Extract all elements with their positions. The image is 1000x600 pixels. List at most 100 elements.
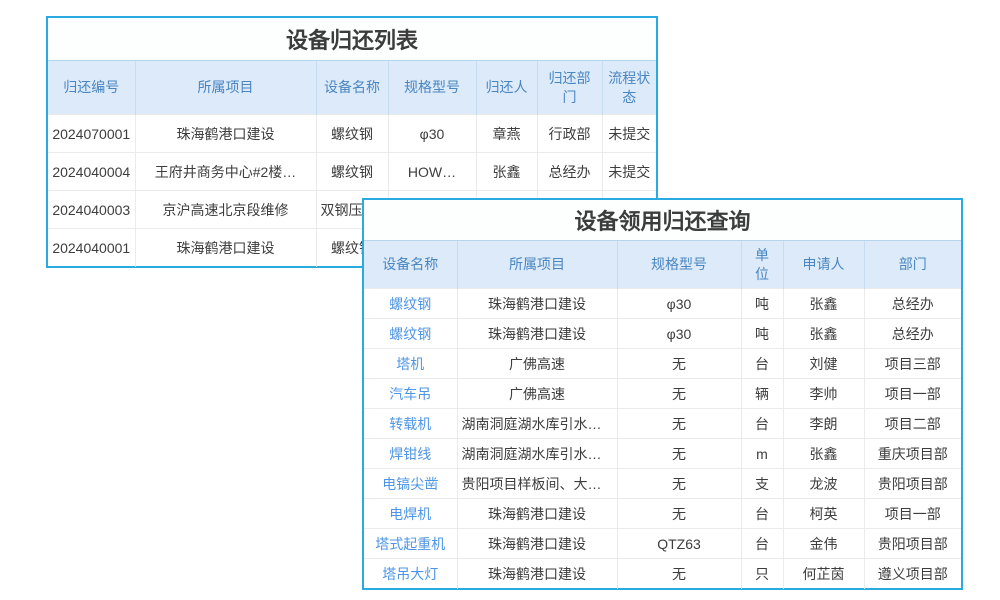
table-cell: 贵阳项目部 xyxy=(864,529,961,559)
table-cell: 行政部 xyxy=(537,115,602,153)
device-name-link[interactable]: 焊钳线 xyxy=(364,439,457,469)
column-header-spec-model: 规格型号 xyxy=(617,241,741,289)
table-cell: 珠海鹤港口建设 xyxy=(457,529,617,559)
table-cell: 总经办 xyxy=(864,319,961,349)
table-cell: 螺纹钢 xyxy=(316,153,388,191)
table-cell: φ30 xyxy=(617,289,741,319)
table-cell: 贵阳项目部 xyxy=(864,469,961,499)
device-name-link[interactable]: 电镐尖凿 xyxy=(364,469,457,499)
table-cell: 广佛高速 xyxy=(457,379,617,409)
table-cell: 章燕 xyxy=(476,115,537,153)
return-list-title: 设备归还列表 xyxy=(48,18,656,60)
table-row: 焊钳线湖南洞庭湖水库引水工程…无m张鑫重庆项目部 xyxy=(364,439,961,469)
table-cell: 无 xyxy=(617,499,741,529)
device-name-link[interactable]: 汽车吊 xyxy=(364,379,457,409)
table-row: 转载机湖南洞庭湖水库引水工程…无台李朗项目二部 xyxy=(364,409,961,439)
table-cell: 台 xyxy=(741,499,783,529)
column-header-flow-status: 流程状态 xyxy=(602,61,656,115)
table-cell: 珠海鹤港口建设 xyxy=(135,115,316,153)
column-header-returner: 归还人 xyxy=(476,61,537,115)
column-header-return-no: 归还编号 xyxy=(48,61,135,115)
column-header-project: 所属项目 xyxy=(457,241,617,289)
table-cell: 螺纹钢 xyxy=(316,115,388,153)
device-name-link[interactable]: 塔机 xyxy=(364,349,457,379)
table-cell: 李朗 xyxy=(783,409,864,439)
page-background: { "colors": { "accent_border": "#29aae1"… xyxy=(0,0,1000,600)
query-table-header: 设备名称 所属项目 规格型号 单位 申请人 部门 xyxy=(364,241,961,289)
table-cell: 重庆项目部 xyxy=(864,439,961,469)
table-cell: 遵义项目部 xyxy=(864,559,961,589)
table-cell: 无 xyxy=(617,379,741,409)
table-cell: 只 xyxy=(741,559,783,589)
table-cell: 无 xyxy=(617,349,741,379)
table-row: 电焊机珠海鹤港口建设无台柯英项目一部 xyxy=(364,499,961,529)
column-header-project: 所属项目 xyxy=(135,61,316,115)
table-cell: 辆 xyxy=(741,379,783,409)
table-cell: 支 xyxy=(741,469,783,499)
table-cell: 项目一部 xyxy=(864,379,961,409)
table-cell: 京沪高速北京段维修 xyxy=(135,191,316,229)
table-cell: 无 xyxy=(617,409,741,439)
column-header-device-name: 设备名称 xyxy=(364,241,457,289)
column-header-device-name: 设备名称 xyxy=(316,61,388,115)
table-cell: 项目二部 xyxy=(864,409,961,439)
table-cell: 湖南洞庭湖水库引水工程… xyxy=(457,409,617,439)
table-cell: φ30 xyxy=(617,319,741,349)
table-row: 塔吊大灯珠海鹤港口建设无只何芷茵遵义项目部 xyxy=(364,559,961,589)
query-panel-title: 设备领用归还查询 xyxy=(364,200,961,240)
device-name-link[interactable]: 电焊机 xyxy=(364,499,457,529)
query-panel: 设备领用归还查询 设备名称 所属项目 规格型号 单位 申请人 部门 螺纹钢珠海鹤… xyxy=(362,198,963,590)
table-cell: 未提交 xyxy=(602,153,656,191)
column-header-return-dept: 归还部门 xyxy=(537,61,602,115)
table-cell: 张鑫 xyxy=(783,439,864,469)
table-cell: 项目三部 xyxy=(864,349,961,379)
table-cell: HOW… xyxy=(388,153,476,191)
table-cell: 2024070001 xyxy=(48,115,135,153)
table-cell: m xyxy=(741,439,783,469)
table-cell: QTZ63 xyxy=(617,529,741,559)
table-cell: 珠海鹤港口建设 xyxy=(457,319,617,349)
table-cell: 2024040001 xyxy=(48,229,135,267)
table-cell: 金伟 xyxy=(783,529,864,559)
device-name-link[interactable]: 转载机 xyxy=(364,409,457,439)
table-row: 塔式起重机珠海鹤港口建设QTZ63台金伟贵阳项目部 xyxy=(364,529,961,559)
table-cell: 珠海鹤港口建设 xyxy=(457,559,617,589)
table-row: 汽车吊广佛高速无辆李帅项目一部 xyxy=(364,379,961,409)
table-cell: φ30 xyxy=(388,115,476,153)
table-cell: 台 xyxy=(741,349,783,379)
table-cell: 刘健 xyxy=(783,349,864,379)
table-cell: 何芷茵 xyxy=(783,559,864,589)
table-cell: 项目一部 xyxy=(864,499,961,529)
table-cell: 吨 xyxy=(741,289,783,319)
table-cell: 贵阳项目样板间、大堂、… xyxy=(457,469,617,499)
query-table: 设备名称 所属项目 规格型号 单位 申请人 部门 螺纹钢珠海鹤港口建设φ30吨张… xyxy=(364,240,961,589)
table-cell: 未提交 xyxy=(602,115,656,153)
table-cell: 湖南洞庭湖水库引水工程… xyxy=(457,439,617,469)
device-name-link[interactable]: 塔式起重机 xyxy=(364,529,457,559)
table-cell: 柯英 xyxy=(783,499,864,529)
table-cell: 广佛高速 xyxy=(457,349,617,379)
table-cell: 2024040004 xyxy=(48,153,135,191)
table-cell: 张鑫 xyxy=(476,153,537,191)
table-cell: 龙波 xyxy=(783,469,864,499)
table-row: 2024040004王府井商务中心#2楼…螺纹钢HOW…张鑫总经办未提交 xyxy=(48,153,656,191)
table-cell: 总经办 xyxy=(864,289,961,319)
column-header-spec-model: 规格型号 xyxy=(388,61,476,115)
table-row: 塔机广佛高速无台刘健项目三部 xyxy=(364,349,961,379)
table-cell: 2024040003 xyxy=(48,191,135,229)
table-cell: 无 xyxy=(617,559,741,589)
device-name-link[interactable]: 螺纹钢 xyxy=(364,289,457,319)
device-name-link[interactable]: 螺纹钢 xyxy=(364,319,457,349)
device-name-link[interactable]: 塔吊大灯 xyxy=(364,559,457,589)
table-cell: 台 xyxy=(741,529,783,559)
column-header-unit: 单位 xyxy=(741,241,783,289)
table-cell: 珠海鹤港口建设 xyxy=(135,229,316,267)
column-header-department: 部门 xyxy=(864,241,961,289)
table-cell: 无 xyxy=(617,469,741,499)
table-cell: 珠海鹤港口建设 xyxy=(457,289,617,319)
table-cell: 王府井商务中心#2楼… xyxy=(135,153,316,191)
column-header-applicant: 申请人 xyxy=(783,241,864,289)
return-list-header: 归还编号 所属项目 设备名称 规格型号 归还人 归还部门 流程状态 xyxy=(48,61,656,115)
table-row: 电镐尖凿贵阳项目样板间、大堂、…无支龙波贵阳项目部 xyxy=(364,469,961,499)
table-cell: 台 xyxy=(741,409,783,439)
